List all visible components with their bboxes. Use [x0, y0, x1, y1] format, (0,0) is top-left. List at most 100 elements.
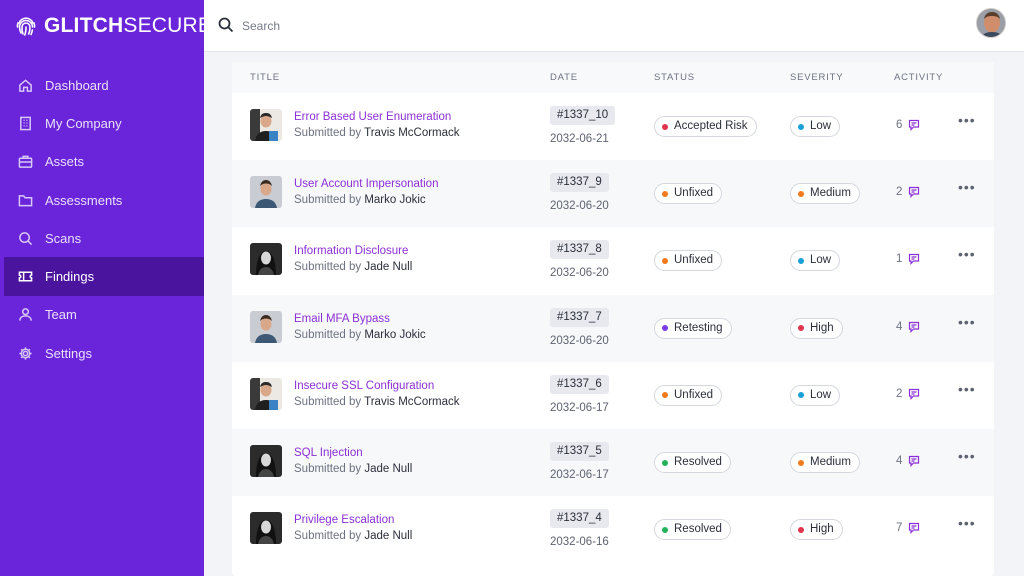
status-badge[interactable]: Resolved — [654, 452, 731, 473]
activity-count[interactable]: 6 — [896, 119, 920, 131]
finding-title-link[interactable]: User Account Impersonation — [294, 178, 438, 190]
user-avatar[interactable] — [976, 8, 1006, 38]
status-label: Unfixed — [674, 254, 713, 267]
building-icon — [20, 116, 31, 131]
more-options-button[interactable]: ••• — [958, 113, 975, 131]
table-row[interactable]: Information Disclosure Submitted by Jade … — [232, 227, 994, 294]
finding-date: 2032-06-20 — [550, 267, 609, 280]
severity-badge[interactable]: High — [790, 317, 843, 339]
sidebar-item-my-company[interactable]: My Company — [0, 104, 204, 142]
table-header: TITLE DATE STATUS SEVERITY ACTIVITY — [232, 62, 994, 93]
table-row[interactable]: SQL Injection Submitted by Jade Null #1337… — [232, 429, 994, 496]
more-options-button[interactable]: ••• — [958, 382, 975, 400]
submitter-avatar — [250, 109, 282, 141]
submitter-avatar — [250, 176, 282, 209]
briefcase-icon — [18, 155, 33, 169]
column-header-title[interactable]: TITLE — [250, 72, 280, 83]
status-label: Resolved — [674, 456, 722, 468]
fingerprint-icon — [16, 17, 36, 36]
ticket-icon — [18, 271, 33, 282]
finding-title-link[interactable]: Information Disclosure — [294, 245, 408, 257]
activity-count[interactable]: 4 — [896, 321, 920, 333]
severity-badge[interactable]: Low — [790, 116, 841, 137]
table-row[interactable]: Insecure SSL Configuration Submitted by T… — [232, 362, 994, 429]
status-dot — [662, 526, 668, 533]
submitter-avatar — [250, 445, 282, 477]
status-dot — [662, 257, 668, 264]
submitted-by: Submitted by Travis McCormack — [294, 127, 460, 139]
column-header-activity[interactable]: ACTIVITY — [894, 72, 943, 83]
finding-title-link[interactable]: Email MFA Bypass — [294, 313, 390, 325]
sidebar-item-assets[interactable]: Assets — [0, 143, 204, 181]
sidebar-nav: Dashboard My Company Assets Assessments … — [0, 66, 204, 372]
severity-dot — [798, 526, 804, 533]
submitter-avatar — [250, 310, 282, 343]
severity-badge[interactable]: Medium — [790, 183, 860, 205]
severity-badge[interactable]: Medium — [790, 452, 860, 473]
submitter-avatar — [250, 243, 282, 276]
activity-count[interactable]: 2 — [896, 388, 920, 400]
table-row[interactable]: Privilege Escalation Submitted by Jade Nu… — [232, 496, 994, 563]
submitter-name: Jade Null — [364, 261, 413, 274]
activity-count[interactable]: 7 — [896, 522, 920, 534]
sidebar-item-dashboard[interactable]: Dashboard — [0, 66, 204, 104]
status-badge[interactable]: Resolved — [654, 519, 731, 541]
status-label: Unfixed — [674, 388, 713, 401]
column-header-date[interactable]: DATE — [550, 72, 578, 83]
status-label: Accepted Risk — [674, 120, 748, 132]
severity-label: Medium — [810, 456, 851, 468]
table-row[interactable]: Email MFA Bypass Submitted by Marko Jokic… — [232, 294, 994, 362]
activity-count[interactable]: 1 — [896, 253, 920, 265]
home-icon — [19, 79, 32, 92]
comment-icon — [909, 254, 920, 266]
severity-dot — [798, 392, 804, 399]
finding-title-link[interactable]: SQL Injection — [294, 447, 363, 459]
status-badge[interactable]: Unfixed — [654, 250, 722, 272]
comment-count: 4 — [896, 455, 903, 467]
activity-count[interactable]: 4 — [896, 455, 920, 467]
sidebar-item-label: Findings — [45, 269, 95, 285]
sidebar-item-scans[interactable]: Scans — [0, 219, 204, 257]
severity-badge[interactable]: Low — [790, 250, 841, 272]
submitted-by: Submitted by Marko Jokic — [294, 329, 426, 341]
comment-icon — [909, 321, 920, 333]
gear-icon — [19, 347, 32, 360]
sidebar-item-settings[interactable]: Settings — [0, 334, 204, 372]
status-dot — [662, 123, 668, 130]
more-options-button[interactable]: ••• — [958, 516, 975, 534]
finding-date: 2032-06-20 — [550, 200, 609, 213]
column-header-severity[interactable]: SEVERITY — [790, 72, 843, 83]
finding-title-link[interactable]: Error Based User Enumeration — [294, 111, 451, 123]
more-options-button[interactable]: ••• — [958, 180, 975, 198]
severity-label: Low — [810, 388, 832, 401]
status-dot — [662, 190, 668, 197]
more-options-button[interactable]: ••• — [958, 247, 975, 265]
submitted-by: Submitted by Jade Null — [294, 530, 412, 542]
table-row[interactable]: Error Based User Enumeration Submitted by… — [232, 93, 994, 160]
search-icon — [218, 17, 234, 33]
more-options-button[interactable]: ••• — [958, 449, 975, 467]
more-options-button[interactable]: ••• — [958, 315, 975, 333]
sidebar-item-team[interactable]: Team — [0, 296, 204, 334]
sidebar-item-assessments[interactable]: Assessments — [0, 181, 204, 219]
severity-badge[interactable]: Low — [790, 384, 841, 406]
activity-count[interactable]: 2 — [896, 186, 920, 198]
column-header-status[interactable]: STATUS — [654, 72, 695, 83]
finding-id-badge: #1337_9 — [550, 173, 609, 193]
finding-title-link[interactable]: Insecure SSL Configuration — [294, 380, 434, 392]
finding-title-link[interactable]: Privilege Escalation — [294, 514, 394, 526]
severity-dot — [798, 325, 804, 332]
status-badge[interactable]: Retesting — [654, 317, 732, 339]
search-input[interactable] — [242, 14, 642, 38]
submitted-by-prefix: Submitted by — [294, 127, 362, 139]
brand-logo[interactable]: GLITCHSECURE — [14, 12, 212, 40]
status-badge[interactable]: Unfixed — [654, 384, 722, 406]
sidebar-item-label: Assets — [45, 154, 85, 170]
submitter-avatar — [250, 377, 282, 410]
table-row[interactable]: User Account Impersonation Submitted by M… — [232, 160, 994, 228]
severity-badge[interactable]: High — [790, 519, 843, 541]
status-dot — [662, 459, 668, 466]
status-badge[interactable]: Unfixed — [654, 183, 722, 205]
status-badge[interactable]: Accepted Risk — [654, 116, 757, 137]
sidebar-item-findings[interactable]: Findings — [4, 257, 204, 296]
